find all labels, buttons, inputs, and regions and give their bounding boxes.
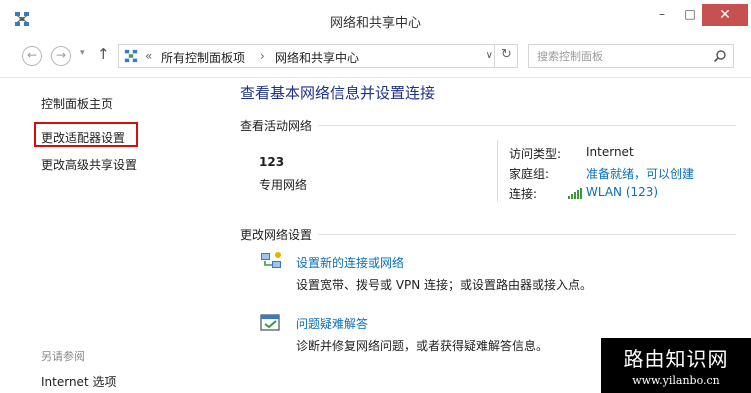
setup-new-connection-link[interactable]: 设置新的连接或网络 [296, 254, 404, 271]
arrow-left-icon: ← [26, 48, 38, 62]
watermark-title: 路由知识网 [623, 347, 729, 371]
section-divider [318, 125, 736, 126]
arrow-right-icon: → [55, 48, 67, 62]
title-bar: 网络和共享中心 – □ ✕ [0, 0, 751, 36]
access-type-label: 访问类型: [509, 147, 562, 161]
connection-label: 连接: [509, 187, 538, 201]
homegroup-link[interactable]: 准备就绪，可以创建 [586, 165, 694, 182]
troubleshoot-icon [260, 314, 280, 331]
breadcrumb-separator: › [260, 49, 265, 63]
breadcrumb-overflow[interactable]: « [145, 49, 152, 63]
network-category: 专用网络 [259, 178, 308, 192]
change-settings-heading: 更改网络设置 [240, 228, 313, 242]
search-icon[interactable] [713, 49, 727, 63]
refresh-button[interactable]: ↻ [494, 44, 518, 68]
active-networks-heading: 查看活动网络 [240, 119, 313, 133]
address-bar: ← → ▾ ↑ « 所有控制面板项 › 网络和共享中心 ∨ ↻ [0, 36, 751, 78]
watermark-url: www.yilanbo.cn [632, 374, 720, 387]
breadcrumb-item-network-center[interactable]: 网络和共享中心 [275, 49, 359, 66]
arrow-up-icon: ↑ [97, 45, 110, 63]
close-button[interactable]: ✕ [702, 4, 748, 26]
connection-link[interactable]: WLAN (123) [586, 185, 658, 199]
forward-button[interactable]: → [51, 46, 71, 66]
chevron-down-icon[interactable]: ∨ [486, 50, 493, 61]
breadcrumb[interactable]: « 所有控制面板项 › 网络和共享中心 ∨ [118, 44, 518, 68]
troubleshoot-link[interactable]: 问题疑难解答 [296, 315, 368, 332]
troubleshoot-desc: 诊断并修复网络问题，或者获得疑难解答信息。 [296, 339, 549, 353]
network-name: 123 [259, 155, 285, 169]
watermark: 路由知识网 www.yilanbo.cn [601, 338, 751, 393]
back-button[interactable]: ← [22, 46, 42, 66]
up-button[interactable]: ↑ [97, 45, 110, 63]
network-center-icon [124, 49, 138, 63]
recent-locations-button[interactable]: ▾ [80, 48, 85, 58]
access-type-value: Internet [586, 145, 634, 159]
section-divider [318, 234, 736, 235]
search-box [528, 44, 734, 68]
control-panel-home-link[interactable]: 控制面板主页 [41, 95, 113, 112]
setup-new-connection-desc: 设置宽带、拨号或 VPN 连接；或设置路由器或接入点。 [296, 278, 593, 292]
wifi-signal-icon [568, 188, 582, 199]
change-advanced-sharing-link[interactable]: 更改高级共享设置 [41, 156, 137, 173]
vertical-divider [497, 140, 498, 202]
see-also-heading: 另请参阅 [41, 350, 85, 363]
maximize-button[interactable]: □ [677, 4, 703, 26]
network-setup-icon [261, 252, 281, 268]
internet-options-link[interactable]: Internet 选项 [41, 373, 116, 390]
minimize-button[interactable]: – [649, 4, 675, 26]
refresh-icon: ↻ [501, 47, 512, 62]
page-title: 查看基本网络信息并设置连接 [240, 84, 436, 102]
window-title: 网络和共享中心 [329, 16, 421, 31]
breadcrumb-item-all-control-panel[interactable]: 所有控制面板项 [161, 49, 245, 66]
search-input[interactable] [529, 45, 707, 67]
homegroup-label: 家庭组: [509, 167, 550, 181]
highlight-annotation [34, 122, 138, 147]
